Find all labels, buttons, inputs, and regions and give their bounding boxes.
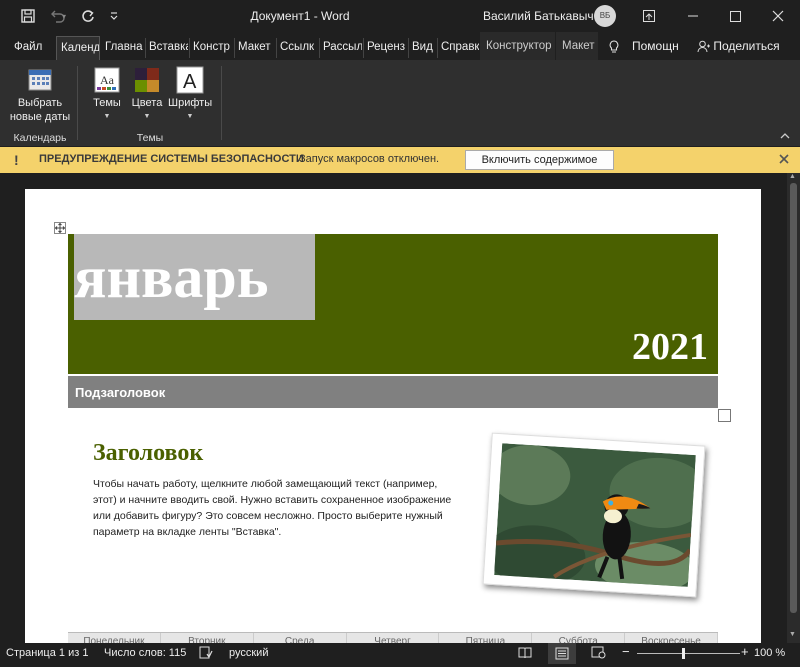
group-calendar-label: Календарь <box>13 132 67 144</box>
fonts-label: Шрифты <box>168 97 213 109</box>
select-dates-label-2: новые даты <box>9 111 71 123</box>
page-count[interactable]: Страница 1 из 1 <box>6 647 88 659</box>
scroll-thumb[interactable] <box>790 183 797 613</box>
body-text[interactable]: Чтобы начать работу, щелкните любой заме… <box>93 476 455 540</box>
proofing-icon[interactable] <box>199 646 213 662</box>
tab-design[interactable]: Констр <box>189 36 233 60</box>
status-bar: Страница 1 из 1 Число слов: 115 русский … <box>0 643 800 664</box>
heading[interactable]: Заголовок <box>93 440 203 467</box>
scroll-up-icon[interactable]: ▲ <box>789 173 796 180</box>
chevron-down-icon: ▼ <box>186 113 194 120</box>
user-name[interactable]: Василий Батькавыч <box>483 0 594 32</box>
title-bar: ▾ Документ1 - Word Василий Батькавыч ВБ <box>0 0 800 32</box>
chevron-down-icon: ▼ <box>143 113 151 120</box>
fonts-button[interactable]: A Шрифты ▼ <box>168 66 212 124</box>
month-title[interactable]: январь <box>74 242 269 312</box>
tab-help[interactable]: Справк <box>437 36 479 60</box>
tell-me-search[interactable]: Помощн <box>632 32 679 60</box>
table-resize-handle[interactable] <box>718 409 731 422</box>
zoom-out-icon[interactable]: − <box>622 644 630 659</box>
minimize-icon[interactable] <box>671 0 715 32</box>
select-dates-button[interactable]: Выбрать новые даты <box>8 68 72 124</box>
warning-icon: ! <box>14 152 19 168</box>
avatar[interactable]: ВБ <box>594 5 616 27</box>
group-themes-label: Темы <box>136 132 164 144</box>
zoom-slider-thumb[interactable] <box>682 648 685 659</box>
enable-content-button[interactable]: Включить содержимое <box>465 150 614 170</box>
collapse-ribbon-icon[interactable] <box>780 132 790 143</box>
close-icon[interactable] <box>779 152 789 167</box>
share-label: Поделиться <box>713 39 780 53</box>
zoom-slider[interactable] <box>637 653 740 654</box>
fonts-icon: A <box>176 66 204 94</box>
scroll-down-icon[interactable]: ▼ <box>789 631 796 638</box>
language[interactable]: русский <box>229 647 268 659</box>
web-layout-icon[interactable] <box>591 646 606 662</box>
weekday-sat[interactable]: Суббота <box>532 633 626 643</box>
svg-text:Aa: Aa <box>100 73 115 87</box>
word-count[interactable]: Число слов: 115 <box>104 647 186 659</box>
person-icon <box>697 39 713 53</box>
themes-icon: Aa <box>94 67 120 93</box>
chevron-down-icon: ▼ <box>103 113 111 120</box>
svg-text:A: A <box>183 71 197 93</box>
zoom-in-icon[interactable]: + <box>741 644 749 659</box>
tab-table-layout[interactable]: Макет <box>556 32 598 60</box>
warning-message: Запуск макросов отключен. <box>299 153 440 165</box>
read-mode-icon[interactable] <box>518 646 532 662</box>
tab-view[interactable]: Вид <box>408 36 436 60</box>
colors-label: Цвета <box>131 97 163 109</box>
vertical-scrollbar[interactable]: ▲ ▼ <box>787 173 800 643</box>
document-page[interactable]: январь 2021 Подзаголовок Заголовок Чтобы… <box>25 189 761 643</box>
subtitle-bar[interactable]: Подзаголовок <box>68 376 718 408</box>
warning-title: ПРЕДУПРЕЖДЕНИЕ СИСТЕМЫ БЕЗОПАСНОСТИ <box>39 153 304 165</box>
themes-button[interactable]: Aa Темы ▼ <box>88 66 126 124</box>
select-dates-label-1: Выбрать <box>17 97 63 109</box>
tab-layout[interactable]: Макет <box>234 36 275 60</box>
tab-file[interactable]: Файл <box>10 36 50 60</box>
weekday-tue[interactable]: Вторник <box>161 633 254 643</box>
document-area: январь 2021 Подзаголовок Заголовок Чтобы… <box>0 173 800 643</box>
close-icon[interactable] <box>756 0 800 32</box>
weekday-sun[interactable]: Воскресенье <box>625 633 719 643</box>
year-title[interactable]: 2021 <box>632 325 708 369</box>
ribbon-display-icon[interactable] <box>627 0 671 32</box>
security-warning-bar: ! ПРЕДУПРЕЖДЕНИЕ СИСТЕМЫ БЕЗОПАСНОСТИ За… <box>0 147 800 173</box>
weekday-thu[interactable]: Четверг <box>347 633 440 643</box>
ribbon-tabs: Файл Календ Главна Вставка Констр Макет … <box>0 32 800 60</box>
calendar-icon <box>28 69 52 91</box>
colors-icon <box>135 68 159 92</box>
tab-mailings[interactable]: Рассыл <box>319 36 362 60</box>
themes-label: Темы <box>93 97 121 109</box>
toucan-photo[interactable] <box>482 432 706 598</box>
tab-home[interactable]: Главна <box>101 36 144 60</box>
colors-button[interactable]: Цвета ▼ <box>128 66 166 124</box>
share-button[interactable]: Поделиться <box>697 32 780 60</box>
weekday-mon[interactable]: Понедельник <box>68 633 161 643</box>
tab-review[interactable]: Реценз <box>363 36 407 60</box>
table-move-handle-icon[interactable] <box>54 222 66 234</box>
month-banner[interactable]: январь 2021 <box>68 234 718 374</box>
subtitle-text[interactable]: Подзаголовок <box>75 385 165 400</box>
weekday-header: Понедельник Вторник Среда Четверг Пятниц… <box>68 632 719 643</box>
weekday-wed[interactable]: Среда <box>254 633 347 643</box>
ribbon: Выбрать новые даты Календарь Aa Темы ▼ Ц… <box>0 60 800 146</box>
tab-references[interactable]: Ссылк <box>276 36 318 60</box>
lightbulb-icon[interactable] <box>608 32 620 60</box>
print-layout-icon[interactable] <box>548 643 576 664</box>
weekday-fri[interactable]: Пятница <box>439 633 533 643</box>
tab-table-design[interactable]: Конструктор <box>480 32 555 60</box>
tab-calendar[interactable]: Календ <box>56 36 100 60</box>
tab-insert[interactable]: Вставка <box>145 36 188 60</box>
zoom-level[interactable]: 100 % <box>754 647 785 659</box>
maximize-icon[interactable] <box>713 0 757 32</box>
